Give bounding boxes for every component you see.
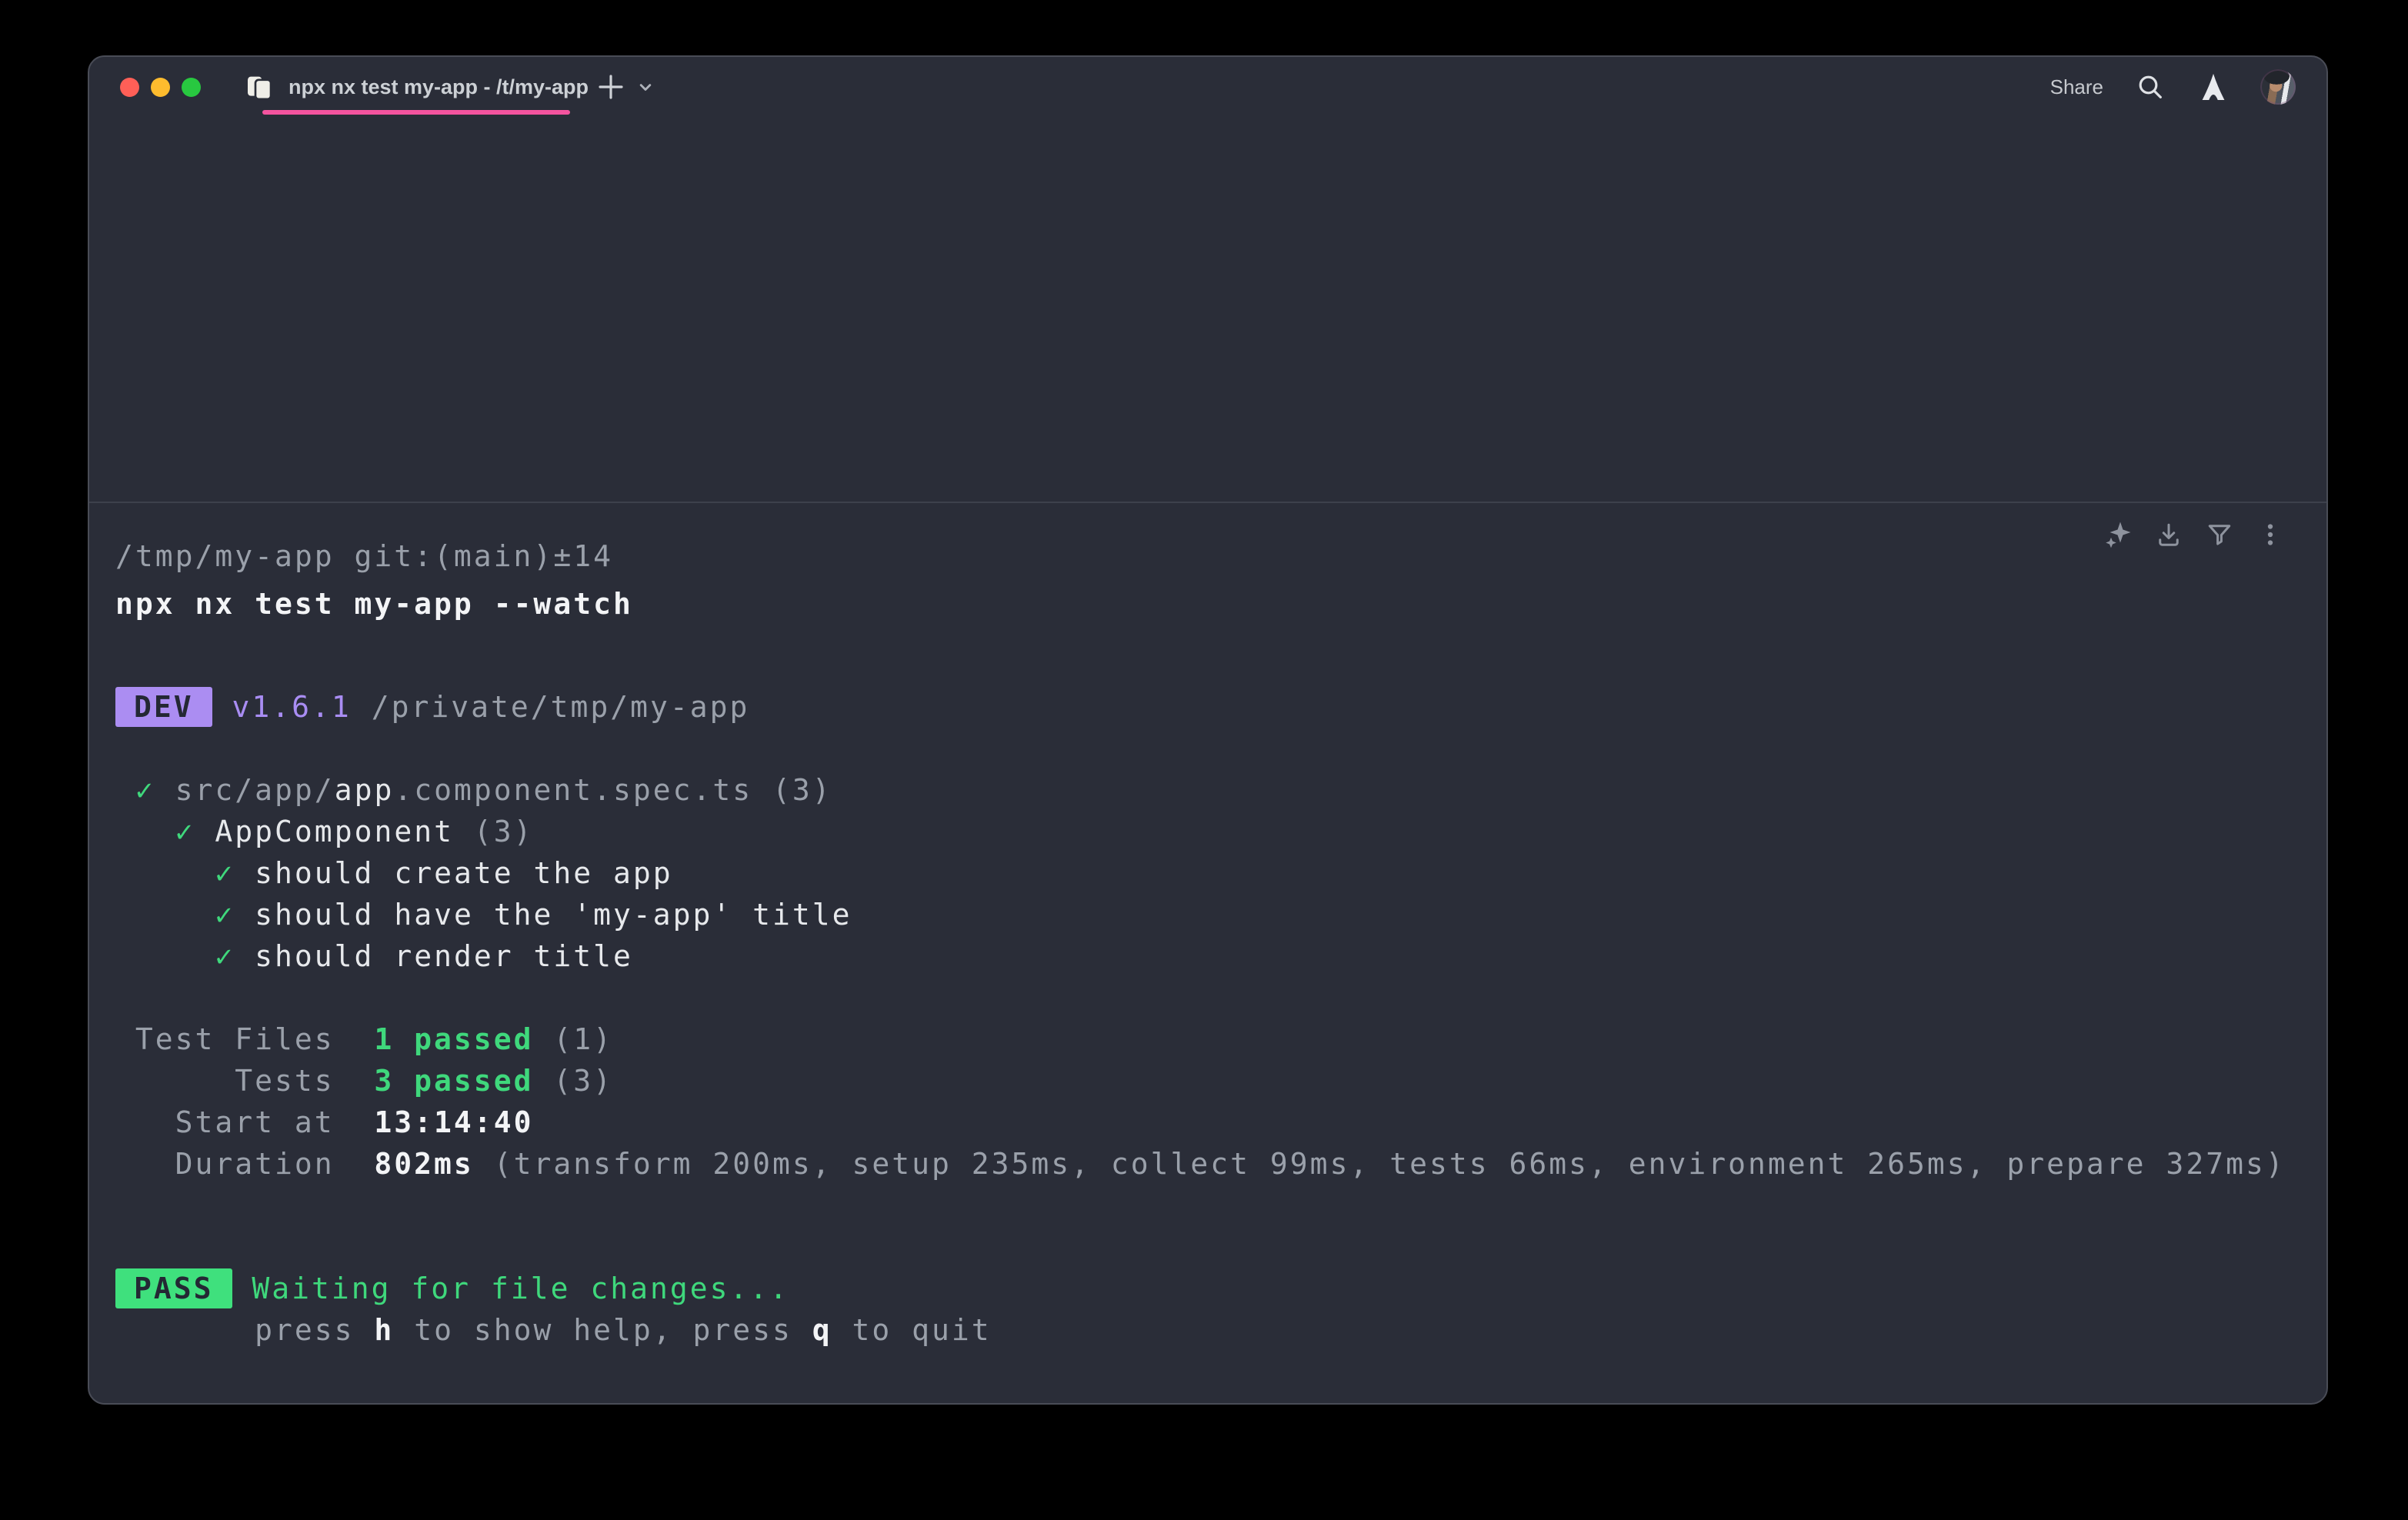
text-segment: src/app/ bbox=[155, 773, 335, 807]
text-segment: to show help, press bbox=[394, 1313, 812, 1347]
dev-badge: DEV bbox=[115, 687, 212, 727]
text-segment: Tests bbox=[115, 1064, 374, 1098]
terminal-line bbox=[115, 625, 2283, 666]
new-tab-plus-icon[interactable] bbox=[593, 69, 629, 105]
text-segment: 13:14:40 bbox=[374, 1105, 533, 1139]
text-segment: AppComponent bbox=[215, 815, 454, 848]
text-segment bbox=[115, 815, 175, 848]
download-icon[interactable] bbox=[2154, 520, 2183, 549]
text-segment bbox=[235, 898, 255, 932]
terminal-area[interactable]: /tmp/my-app git:(main)±14 npx nx test my-… bbox=[89, 117, 2326, 1403]
text-segment: /private/tmp/my-app bbox=[352, 690, 750, 724]
active-tab-underline bbox=[262, 110, 570, 115]
text-segment: (3) bbox=[454, 815, 534, 848]
summary-duration: Duration 802ms (transform 200ms, setup 2… bbox=[115, 1143, 2283, 1185]
text-segment bbox=[115, 898, 215, 932]
search-icon[interactable] bbox=[2134, 71, 2166, 103]
warp-logo-icon[interactable] bbox=[2197, 71, 2230, 103]
text-segment: to quit bbox=[832, 1313, 992, 1347]
tab-title: npx nx test my-app - /t/my-app bbox=[288, 75, 589, 99]
text-segment bbox=[212, 690, 232, 724]
test-file-line: ✓ src/app/app.component.spec.ts (3) bbox=[115, 769, 2283, 811]
text-segment: q bbox=[812, 1313, 832, 1347]
text-segment bbox=[235, 939, 255, 973]
text-segment: 1 passed bbox=[374, 1022, 533, 1056]
text-segment bbox=[115, 773, 135, 807]
terminal-line bbox=[115, 1185, 2283, 1226]
text-segment: 3 passed bbox=[374, 1064, 533, 1098]
text-segment: (3) bbox=[533, 1064, 613, 1098]
watch-help-line: press h to show help, press q to quit bbox=[115, 1309, 2283, 1351]
filter-icon[interactable] bbox=[2205, 520, 2234, 549]
chevron-down-icon[interactable] bbox=[633, 75, 658, 99]
text-segment: should create the app bbox=[255, 856, 672, 890]
avatar[interactable] bbox=[2260, 69, 2296, 105]
summary-start-at: Start at 13:14:40 bbox=[115, 1102, 2283, 1143]
text-segment: .component.spec.ts bbox=[394, 773, 752, 807]
text-segment bbox=[115, 939, 215, 973]
text-segment: should have the 'my-app' title bbox=[255, 898, 852, 932]
summary-test-files: Test Files 1 passed (1) bbox=[115, 1018, 2283, 1060]
text-segment: should render title bbox=[255, 939, 633, 973]
text-segment bbox=[232, 1272, 252, 1305]
check-icon: ✓ bbox=[175, 815, 195, 848]
text-segment: (1) bbox=[533, 1022, 613, 1056]
sparkles-icon[interactable] bbox=[2103, 520, 2133, 549]
tab-active[interactable]: npx nx test my-app - /t/my-app bbox=[262, 57, 570, 117]
text-segment: h bbox=[374, 1313, 394, 1347]
share-button[interactable]: Share bbox=[2050, 75, 2103, 99]
summary-tests: Tests 3 passed (3) bbox=[115, 1060, 2283, 1102]
watch-status-line: PASS Waiting for file changes... bbox=[115, 1268, 2283, 1309]
text-segment: 802ms bbox=[374, 1147, 473, 1181]
check-icon: ✓ bbox=[215, 856, 235, 890]
text-segment: (3) bbox=[752, 773, 832, 807]
text-segment: /tmp/my-app git:(main)±14 bbox=[115, 539, 613, 573]
terminal-line bbox=[115, 1226, 2283, 1268]
terminal-output: /tmp/my-app git:(main)±14 npx nx test my-… bbox=[115, 535, 2283, 1351]
text-segment: v1.6.1 bbox=[232, 690, 352, 724]
titlebar-right-controls: Share bbox=[2050, 69, 2296, 105]
prompt-line: /tmp/my-app git:(main)±14 bbox=[115, 535, 2283, 577]
command-line: npx nx test my-app --watch bbox=[115, 583, 2283, 625]
pass-badge: PASS bbox=[115, 1268, 232, 1308]
text-segment: Duration bbox=[115, 1147, 374, 1181]
command-block[interactable]: /tmp/my-app git:(main)±14 npx nx test my-… bbox=[89, 503, 2326, 1403]
pages-icon bbox=[244, 72, 275, 102]
text-segment: press bbox=[115, 1313, 374, 1347]
text-segment: app bbox=[335, 773, 395, 807]
test-suite-line: ✓ AppComponent (3) bbox=[115, 811, 2283, 852]
scrollback-empty-area bbox=[89, 117, 2326, 502]
check-icon: ✓ bbox=[215, 939, 235, 973]
text-segment bbox=[195, 815, 215, 848]
test-case-line: ✓ should create the app bbox=[115, 852, 2283, 894]
block-actions-toolbar bbox=[2103, 520, 2285, 549]
text-segment: npx nx test my-app --watch bbox=[115, 587, 633, 621]
text-segment: Test Files bbox=[115, 1022, 374, 1056]
text-segment: Waiting for file changes... bbox=[252, 1272, 789, 1305]
dev-server-line: DEV v1.6.1 /private/tmp/my-app bbox=[115, 686, 2283, 728]
traffic-lights bbox=[120, 78, 201, 97]
title-bar: npx nx test my-app - /t/my-app Share bbox=[89, 57, 2326, 117]
text-segment: (transform 200ms, setup 235ms, collect 9… bbox=[474, 1147, 2286, 1181]
warp-terminal-window: npx nx test my-app - /t/my-app Share bbox=[88, 55, 2328, 1405]
check-icon: ✓ bbox=[215, 898, 235, 932]
kebab-menu-icon[interactable] bbox=[2256, 520, 2285, 549]
test-case-line: ✓ should have the 'my-app' title bbox=[115, 894, 2283, 935]
zoom-window-button[interactable] bbox=[182, 78, 201, 97]
text-segment bbox=[115, 856, 215, 890]
check-icon: ✓ bbox=[135, 773, 155, 807]
close-window-button[interactable] bbox=[120, 78, 139, 97]
test-case-line: ✓ should render title bbox=[115, 935, 2283, 977]
terminal-line bbox=[115, 977, 2283, 1018]
text-segment bbox=[235, 856, 255, 890]
text-segment: Start at bbox=[115, 1105, 374, 1139]
minimize-window-button[interactable] bbox=[151, 78, 170, 97]
terminal-line bbox=[115, 728, 2283, 769]
